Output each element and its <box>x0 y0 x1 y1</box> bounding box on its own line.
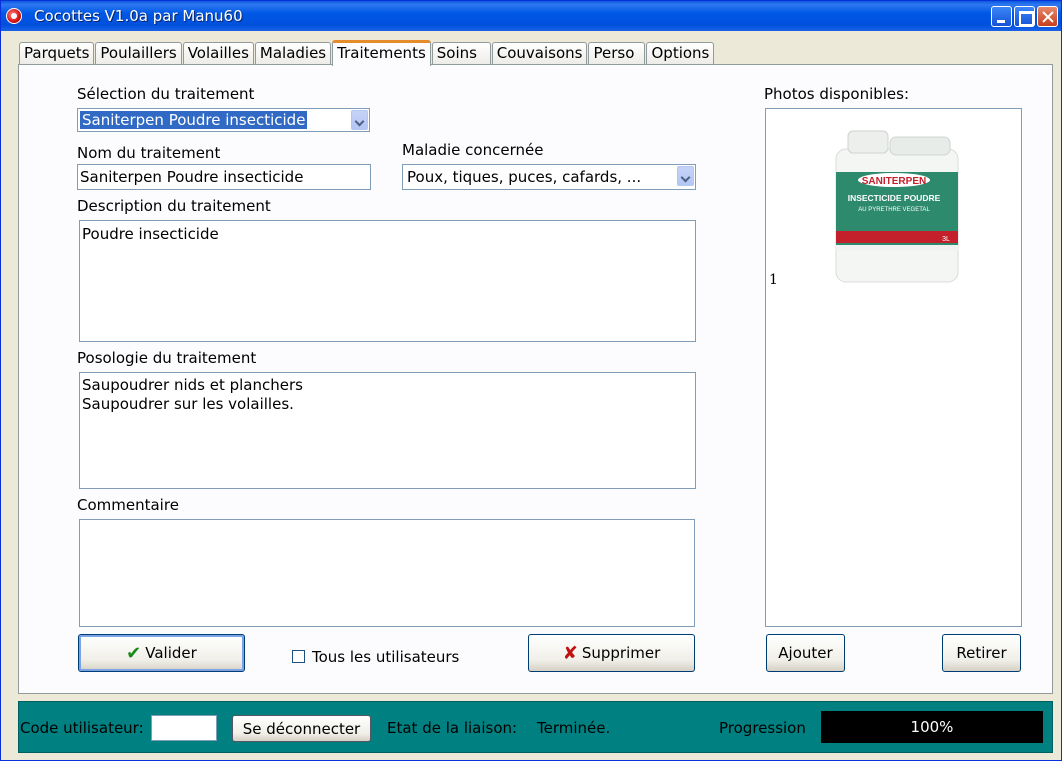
tab-options[interactable]: Options <box>646 42 715 65</box>
treatment-select-value: Saniterpen Poudre insecticide <box>80 111 308 129</box>
delete-x-icon: ✘ <box>562 642 578 664</box>
maximize-button[interactable] <box>1014 6 1035 27</box>
remove-photo-button[interactable]: Retirer <box>942 634 1021 672</box>
description-label: Description du traitement <box>77 197 271 215</box>
product-photo[interactable]: SANITERPEN INSECTICIDE POUDRE AU PYRETHR… <box>828 127 964 287</box>
validate-button[interactable]: ✔ Valider <box>78 634 245 672</box>
link-status-label: Etat de la liaison: <box>387 719 518 737</box>
progress-text: 100% <box>910 718 954 736</box>
tab-poulaillers[interactable]: Poulaillers <box>95 42 182 65</box>
delete-button[interactable]: ✘ Supprimer <box>528 634 695 672</box>
tab-strip: Parquets Poulaillers Volailles Maladies … <box>19 40 715 66</box>
selection-label: Sélection du traitement <box>77 85 255 103</box>
product-subtitle: AU PYRETHRE VEGETAL <box>858 207 930 213</box>
treatment-select[interactable]: Saniterpen Poudre insecticide <box>77 108 370 132</box>
photo-index: 1 <box>769 272 778 288</box>
tab-traitements[interactable]: Traitements <box>332 40 431 66</box>
checkmark-icon: ✔ <box>126 642 142 664</box>
minimize-button[interactable] <box>991 6 1012 27</box>
tab-maladies[interactable]: Maladies <box>254 42 332 65</box>
product-volume: 3L <box>942 236 950 243</box>
all-users-checkbox[interactable] <box>292 650 305 663</box>
validate-button-label: Valider <box>145 644 197 662</box>
all-users-label[interactable]: Tous les utilisateurs <box>312 648 459 666</box>
progress-bar: 100% <box>821 711 1043 743</box>
close-button[interactable] <box>1037 6 1058 27</box>
name-field[interactable]: Saniterpen Poudre insecticide <box>77 164 371 190</box>
add-photo-button[interactable]: Ajouter <box>766 634 845 672</box>
posology-label: Posologie du traitement <box>77 349 257 367</box>
description-field[interactable]: Poudre insecticide <box>79 220 696 342</box>
product-title: INSECTICIDE POUDRE <box>848 193 941 203</box>
tab-couvaisons[interactable]: Couvaisons <box>491 42 588 65</box>
link-status-value: Terminée. <box>537 719 611 737</box>
posology-field[interactable]: Saupoudrer nids et planchers Saupoudrer … <box>79 372 696 489</box>
disease-label: Maladie concernée <box>402 141 544 159</box>
tab-parquets[interactable]: Parquets <box>19 42 95 65</box>
app-window: Cocottes V1.0a par Manu60 Parquets Poula… <box>0 0 1062 761</box>
chevron-down-icon[interactable] <box>677 166 694 186</box>
name-label: Nom du traitement <box>77 144 221 162</box>
comment-field[interactable] <box>79 519 695 627</box>
tab-volailles[interactable]: Volailles <box>182 42 254 65</box>
user-code-label: Code utilisateur: <box>20 719 144 737</box>
comment-label: Commentaire <box>77 496 179 514</box>
tab-perso[interactable]: Perso <box>588 42 646 65</box>
photo-list[interactable]: SANITERPEN INSECTICIDE POUDRE AU PYRETHR… <box>765 108 1022 627</box>
disconnect-button[interactable]: Se déconnecter <box>232 715 371 742</box>
user-code-field[interactable] <box>151 715 217 741</box>
product-brand: SANITERPEN <box>862 176 926 187</box>
photos-label: Photos disponibles: <box>764 85 910 103</box>
disease-select-value: Poux, tiques, puces, cafards, ... <box>407 168 642 186</box>
delete-button-label: Supprimer <box>581 644 661 662</box>
chevron-down-icon[interactable] <box>351 110 368 130</box>
progress-label: Progression <box>719 719 806 737</box>
disease-select[interactable]: Poux, tiques, puces, cafards, ... <box>402 164 696 190</box>
app-icon[interactable] <box>6 8 22 24</box>
window-title: Cocottes V1.0a par Manu60 <box>34 7 243 25</box>
title-bar[interactable]: Cocottes V1.0a par Manu60 <box>1 1 1061 31</box>
tab-soins[interactable]: Soins <box>431 42 491 65</box>
